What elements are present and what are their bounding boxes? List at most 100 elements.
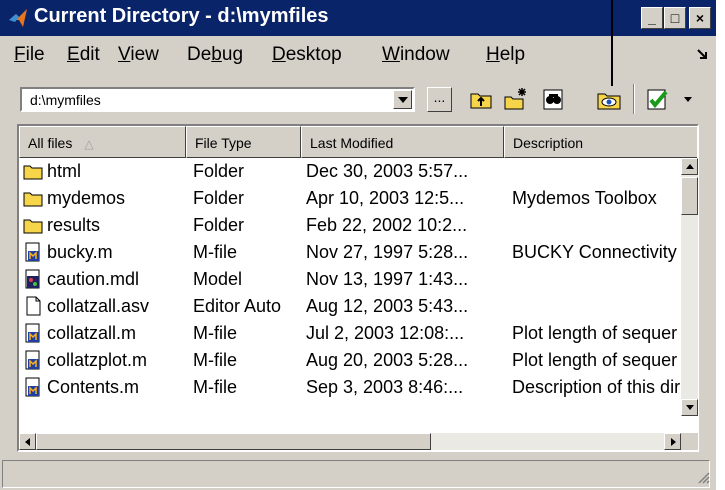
cell-type: M-file <box>193 377 237 397</box>
blank-file-icon <box>26 296 41 316</box>
scrollbar-corner <box>681 433 698 450</box>
sort-ascending-icon: △ <box>84 137 94 151</box>
m-file-icon <box>25 323 40 343</box>
matlab-logo-icon <box>9 9 27 27</box>
close-button[interactable]: × <box>689 7 711 29</box>
cell-type: Editor Auto <box>193 296 282 316</box>
current-directory-field[interactable]: d:\mymfiles <box>20 87 415 112</box>
dock-arrow-icon[interactable] <box>696 48 708 60</box>
scroll-down-icon[interactable] <box>681 399 698 416</box>
maximize-button[interactable]: □ <box>664 7 686 29</box>
toolbar-separator <box>633 84 635 114</box>
cell-name: collatzall.m <box>47 323 137 343</box>
cell-type: Folder <box>193 188 245 208</box>
cell-type: Model <box>193 269 243 289</box>
scroll-left-icon[interactable] <box>19 433 36 450</box>
browse-button[interactable]: ... <box>427 87 452 112</box>
scroll-up-icon[interactable] <box>681 158 698 175</box>
cell-modified: Feb 22, 2002 10:2... <box>306 215 468 235</box>
minimize-icon: _ <box>648 10 656 26</box>
resize-grip-icon[interactable] <box>696 470 710 484</box>
cell-modified: Apr 10, 2003 12:5... <box>306 188 465 208</box>
browse-label: ... <box>433 89 446 105</box>
cell-modified: Nov 27, 1997 5:28... <box>306 242 469 262</box>
column-header-all-files[interactable]: All files △ <box>19 126 186 158</box>
close-icon: × <box>695 10 705 26</box>
cell-description: Plot length of sequer <box>512 323 678 343</box>
find-icon[interactable] <box>540 86 566 112</box>
cell-name: collatzplot.m <box>47 350 148 370</box>
table-row[interactable]: Contents.m M-file Sep 3, 2003 8:46:... Desc… <box>19 374 697 401</box>
table-row[interactable]: collatzplot.m M-file Aug 20, 2003 5:28... P… <box>19 347 697 374</box>
cell-type: M-file <box>193 323 237 343</box>
cell-modified: Nov 13, 1997 1:43... <box>306 269 469 289</box>
horizontal-scrollbar[interactable] <box>19 433 681 450</box>
window-title: Current Directory - d:\mymfiles <box>34 5 329 27</box>
new-folder-icon[interactable] <box>503 86 529 112</box>
minimize-button[interactable]: _ <box>641 7 663 29</box>
vertical-scrollbar[interactable] <box>681 158 698 416</box>
reports-dropdown-icon[interactable] <box>683 96 693 104</box>
cell-modified: Dec 30, 2003 5:57... <box>306 161 469 181</box>
cell-description: BUCKY Connectivity <box>512 242 677 262</box>
cell-modified: Jul 2, 2003 12:08:... <box>306 323 465 343</box>
menu-window[interactable]: Window <box>382 44 450 66</box>
menu-view[interactable]: View <box>118 44 159 66</box>
column-header-last-modified[interactable]: Last Modified <box>301 126 504 158</box>
folder-icon <box>23 165 43 180</box>
menu-file[interactable]: File <box>14 44 45 66</box>
path-dropdown-icon[interactable] <box>393 90 412 109</box>
cell-name: collatzall.asv <box>47 296 150 316</box>
table-row[interactable]: collatzall.m M-file Jul 2, 2003 12:08:... P… <box>19 320 697 347</box>
folder-icon <box>23 192 43 207</box>
cell-description: Description of this dir <box>512 377 681 397</box>
menu-bar: File Edit View Debug Desktop Window Help <box>0 38 716 70</box>
title-bar[interactable]: Current Directory - d:\mymfiles _ □ × <box>0 0 716 36</box>
reports-icon[interactable] <box>645 86 671 112</box>
file-list[interactable]: All files △ File Type Last Modified Descr… <box>17 124 699 452</box>
status-bar <box>0 455 716 490</box>
menu-help[interactable]: Help <box>486 44 525 66</box>
menu-edit[interactable]: Edit <box>67 44 100 66</box>
cell-type: M-file <box>193 242 237 262</box>
path-value: d:\mymfiles <box>30 92 101 108</box>
table-row[interactable]: caution.mdl Model Nov 13, 1997 1:43... <box>19 266 697 293</box>
cell-name: results <box>47 215 101 235</box>
cell-name: mydemos <box>47 188 126 208</box>
cell-modified: Aug 20, 2003 5:28... <box>306 350 469 370</box>
callout-line <box>611 0 613 86</box>
cell-name: Contents.m <box>47 377 140 397</box>
cell-name: bucky.m <box>47 242 113 262</box>
cell-description: Plot length of sequer <box>512 350 678 370</box>
m-file-icon <box>25 242 40 262</box>
up-folder-icon[interactable] <box>468 86 494 112</box>
cell-description: Mydemos Toolbox <box>512 188 657 208</box>
cell-type: Folder <box>193 215 245 235</box>
table-row[interactable]: results Folder Feb 22, 2002 10:2... <box>19 212 697 239</box>
cell-modified: Aug 12, 2003 5:43... <box>306 296 469 316</box>
cell-name: html <box>47 161 82 181</box>
folder-icon <box>23 219 43 234</box>
cell-type: Folder <box>193 161 245 181</box>
table-row[interactable]: html Folder Dec 30, 2003 5:57... <box>19 158 697 185</box>
table-row[interactable]: collatzall.asv Editor Auto Aug 12, 2003 5:… <box>19 293 697 320</box>
cell-type: M-file <box>193 350 237 370</box>
menu-desktop[interactable]: Desktop <box>272 44 342 66</box>
cell-modified: Sep 3, 2003 8:46:... <box>306 377 464 397</box>
cell-name: caution.mdl <box>47 269 140 289</box>
current-directory-window: Current Directory - d:\mymfiles _ □ × Fi… <box>0 0 716 490</box>
vertical-scroll-thumb[interactable] <box>681 177 698 215</box>
column-header-file-type[interactable]: File Type <box>186 126 301 158</box>
visual-directory-icon[interactable] <box>596 86 622 112</box>
m-file-icon <box>25 377 40 397</box>
maximize-icon: □ <box>670 10 680 26</box>
table-row[interactable]: mydemos Folder Apr 10, 2003 12:5... Mydemos… <box>19 185 697 212</box>
column-header-description[interactable]: Description <box>504 126 697 158</box>
model-file-icon <box>25 269 40 289</box>
scroll-right-icon[interactable] <box>664 433 681 450</box>
m-file-icon <box>25 350 40 370</box>
table-row[interactable]: bucky.m M-file Nov 27, 1997 5:28... BUCKY C… <box>19 239 697 266</box>
horizontal-scroll-thumb[interactable] <box>36 433 431 450</box>
status-panel <box>2 460 710 488</box>
menu-debug[interactable]: Debug <box>187 44 243 66</box>
